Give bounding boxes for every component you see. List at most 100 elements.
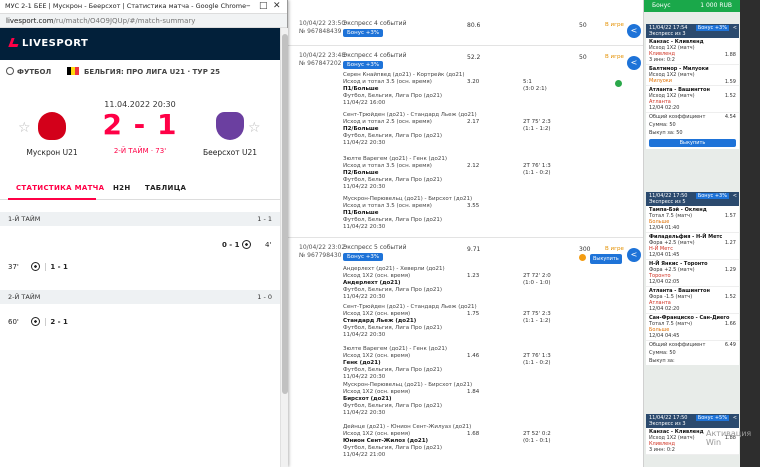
match-score: 2 - 1 — [102, 108, 178, 141]
event-result: 2Т 52' 0:2 (0:1 - 0:1) — [523, 431, 551, 444]
won-icon — [615, 80, 622, 87]
ticket-type: Экспресс 4 событий — [343, 52, 407, 59]
ticket-stake: 50 — [579, 22, 587, 29]
scrollbar-thumb[interactable] — [282, 34, 288, 394]
active-tab-indicator — [8, 198, 96, 200]
breadcrumb-league[interactable]: БЕЛЬГИЯ: ПРО ЛИГА U21 · ТУР 25 — [84, 68, 220, 76]
goal-icon — [241, 240, 251, 249]
event-odd: 3.55 — [467, 203, 480, 209]
event-odd: 1.68 — [467, 431, 480, 437]
share-icon[interactable]: < — [733, 25, 737, 31]
coupon-type: Экспресс из 5 — [649, 199, 686, 205]
match-status: 2-Й ТАЙМ · 73' — [113, 147, 167, 155]
share-icon[interactable]: < — [627, 24, 641, 38]
livesport-logo[interactable]: LIVESPORT — [8, 38, 88, 49]
bonus-label: Бонус — [652, 2, 671, 9]
share-icon[interactable]: < — [627, 56, 641, 70]
event-odd: 1.46 — [467, 353, 480, 359]
bet-event: Сент-Трюйден (до21) - Стандард Льеж (до2… — [343, 304, 551, 338]
bet-event: Серен Кнайпвед (до21) - Кортрейк (до21) … — [343, 72, 643, 107]
address-bar[interactable]: livesport.com/ru/match/O4O9JQUp/#/match-… — [0, 14, 287, 28]
coupon-type: Экспресс из 3 — [649, 421, 686, 427]
minimize-icon[interactable]: – — [246, 1, 251, 11]
ticket-id: № 967848439 — [299, 28, 342, 35]
ticket-coef: 80.6 — [467, 22, 481, 29]
bet-event: Зюлте Варегем (до21) - Генк (до21) Исход… — [343, 156, 551, 190]
event-odd: 1.75 — [467, 311, 480, 317]
bonus-badge: Бонус +3% — [695, 193, 729, 199]
chrome-popup-window: МУС 2-1 БЕЕ | Мускрон - Беерсхот | Стати… — [0, 0, 288, 467]
event-odd: 2.17 — [467, 119, 480, 125]
bonus-badge: Бонус +5% — [695, 415, 729, 421]
close-icon[interactable]: ✕ — [273, 1, 281, 11]
livesport-header: LIVESPORT — [0, 28, 280, 60]
share-icon[interactable]: < — [627, 248, 641, 262]
scrollbar[interactable] — [280, 28, 288, 467]
match-tabs: СТАТИСТИКА МАТЧА H2H ТАБЛИЦА — [0, 180, 280, 200]
ticket-status: В игре — [605, 22, 624, 28]
match-header: 11.04.2022 20:30 ☆ ☆ Мускрон U21 Беерсхо… — [0, 84, 280, 174]
share-icon[interactable]: < — [733, 193, 737, 199]
bet-ticket: 10/04/22 23:50 № 967848439 Экспресс 4 соб… — [287, 14, 647, 46]
ticket-coef: 52.2 — [467, 54, 481, 61]
event-result: 2Т 76' 1:3 (1:1 - 0:2) — [523, 163, 551, 176]
incident-away-goal: 0 - 1 4' — [222, 240, 272, 249]
ticket-type: Экспресс 4 событий — [343, 20, 407, 27]
coupon-event: Атланта - Вашингтон Исход 1Х2 (матч) Атлан… — [646, 86, 739, 113]
bonus-badge: Бонус +3% — [343, 29, 384, 37]
ticket-type: Экспресс 5 событий — [343, 244, 407, 251]
bet-event: Андерлехт (до21) - Хеверли (до21) Исход … — [343, 266, 551, 300]
soccer-ball-icon — [6, 67, 14, 75]
event-result: 5:1 (3:0 2:1) — [523, 79, 547, 92]
event-result: 2Т 75' 2:3 (1:1 - 1:2) — [523, 311, 551, 324]
half-label: 2-Й ТАЙМ — [8, 293, 41, 301]
bet-event: Мускрон-Перювельц (до21) - Бирсхот (до21… — [343, 196, 480, 230]
coupon-type: Экспресс из 3 — [649, 31, 686, 37]
ticket-stake: 50 — [579, 54, 587, 61]
logo-mark-icon — [8, 38, 21, 47]
ticket-coef: 9.71 — [467, 246, 481, 253]
bonus-badge: Бонус +3% — [695, 25, 729, 31]
half-header: 1-Й ТАЙМ 1 - 1 — [0, 212, 280, 226]
coupon-card: 11/04/22 17:54 Экспресс из 3 Бонус +3% < Ка… — [646, 24, 739, 149]
half-score: 1 - 1 — [257, 215, 272, 223]
event-odd: 1.84 — [467, 389, 480, 395]
coupon-event: Н-Й Янкис - Торонто Фора +2.5 (матч) Торон… — [646, 260, 739, 287]
bet-event: Сент-Трюйден (до21) - Стандард Льеж (до2… — [343, 112, 551, 146]
coupon-event: Филадельфия - Н-Й Метс Фора +2.5 (матч) Н-… — [646, 233, 739, 260]
warning-icon — [579, 254, 586, 261]
event-odd: 3.20 — [467, 79, 480, 85]
windows-activation-watermark: Активация Win — [706, 429, 752, 447]
tab-standings[interactable]: ТАБЛИЦА — [145, 184, 186, 192]
breadcrumb-sport[interactable]: ФУТБОЛ — [17, 68, 51, 76]
bet-event: Мускрон-Перювельц (до21) - Бирсхот (до21… — [343, 382, 480, 416]
balance-value: 1 000 RUB — [700, 2, 732, 9]
ticket-status: В игре — [605, 246, 624, 252]
tab-match-summary[interactable]: СТАТИСТИКА МАТЧА — [16, 184, 104, 192]
share-icon[interactable]: < — [733, 415, 737, 421]
coupon-card: 11/04/22 17:50 Экспресс из 5 Бонус +3% < Та… — [646, 192, 739, 365]
bet-event: Дейнце (до21) - Юнион Сент-Жилуаз (до21)… — [343, 424, 551, 458]
cashout-button[interactable]: Выкупить — [590, 254, 622, 264]
title-bar[interactable]: МУС 2-1 БЕЕ | Мускрон - Беерсхот | Стати… — [0, 0, 287, 14]
ticket-date: 10/04/22 23:50 — [299, 20, 346, 27]
ticket-stake: 300 — [579, 246, 591, 253]
event-result: 2Т 72' 2:0 (1:0 - 1:0) — [523, 273, 551, 286]
url-path: /ru/match/O4O9JQUp/#/match-summary — [53, 17, 196, 25]
maximize-icon[interactable]: □ — [259, 1, 268, 11]
event-result: 2Т 75' 2:3 (1:1 - 1:2) — [523, 119, 551, 132]
ticket-date: 10/04/22 23:02 — [299, 244, 346, 251]
coupon-event: Тампа-Бэй - Окленд Тотал 7.5 (матч) Больше… — [646, 206, 739, 233]
half-label: 1-Й ТАЙМ — [8, 215, 41, 223]
ticket-status: В игре — [605, 54, 624, 60]
cashout-button[interactable]: Выкупить — [649, 139, 736, 147]
tab-h2h[interactable]: H2H — [113, 184, 131, 192]
ticket-date: 10/04/22 23:48 — [299, 52, 346, 59]
half-header: 2-Й ТАЙМ 1 - 0 — [0, 290, 280, 304]
belgium-flag-icon — [67, 67, 79, 75]
bet-ticket: 10/04/22 23:02 № 967798430 Экспресс 5 соб… — [287, 238, 647, 467]
window-title: МУС 2-1 БЕЕ | Мускрон - Беерсхот | Стати… — [5, 2, 247, 10]
incident-home-goal: 37' 1 - 1 — [8, 262, 68, 271]
ticket-id: № 967847202 — [299, 60, 342, 67]
goal-icon — [31, 262, 41, 271]
